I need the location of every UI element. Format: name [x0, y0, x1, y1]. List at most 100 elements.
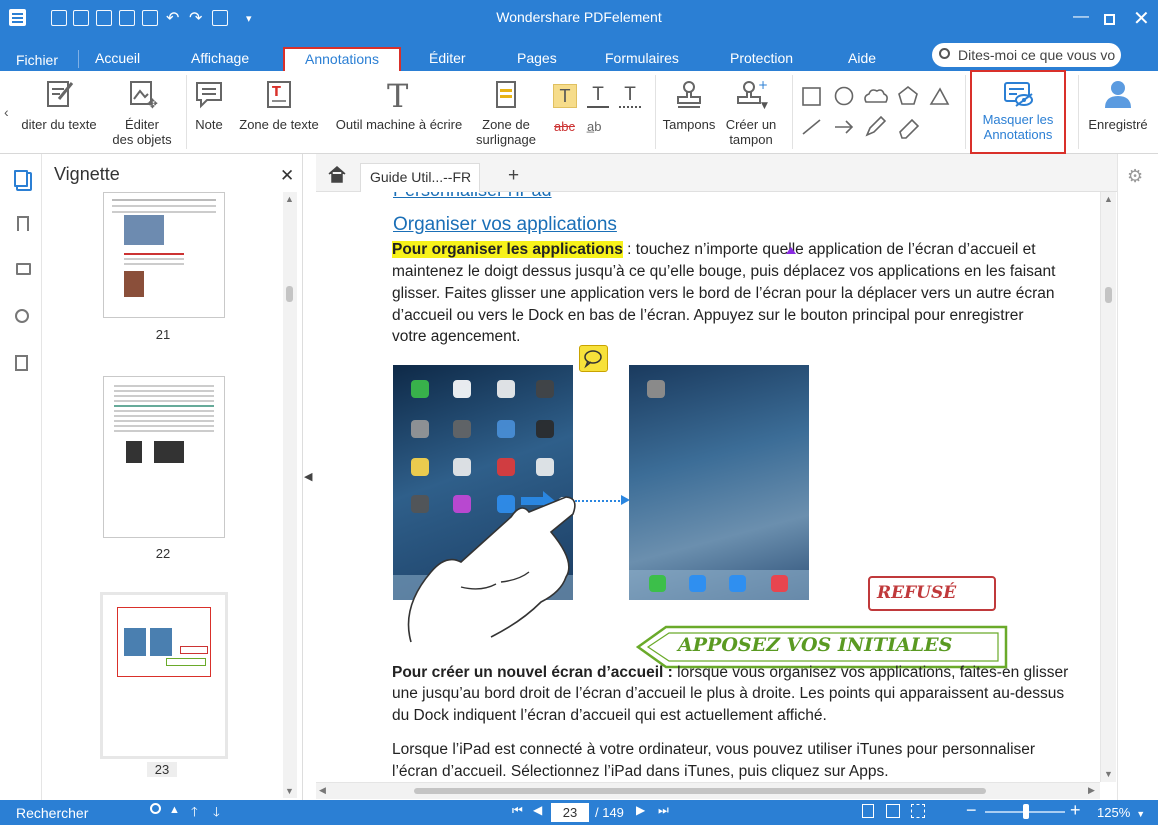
underline-text-tool[interactable]: T	[587, 84, 609, 108]
doc-scroll-left-icon[interactable]: ◀	[319, 785, 326, 796]
last-page-icon[interactable]: ⏭	[658, 803, 669, 818]
thumbnail-scroll-up-icon[interactable]: ▲	[285, 194, 294, 204]
polygon-tool-icon[interactable]	[898, 85, 918, 105]
minimize-icon[interactable]: —	[1073, 8, 1089, 26]
paragraph-text: lorsque vous organisez vos applications,…	[672, 664, 1069, 681]
edit-text-button[interactable]: diter du texte	[15, 79, 103, 132]
polyline-tool-icon[interactable]	[929, 87, 950, 105]
close-panel-icon[interactable]: ✕	[280, 166, 294, 186]
paragraph-1-line-2: maintenez le doigt dessus jusqu’à ce qu’…	[392, 263, 1056, 280]
fit-page-icon[interactable]	[862, 804, 874, 818]
note-button[interactable]: Note	[190, 79, 228, 132]
comments-icon[interactable]	[16, 263, 31, 275]
status-search-icon[interactable]	[150, 803, 161, 814]
first-page-icon[interactable]: ⏮	[512, 803, 523, 818]
bookmarks-icon[interactable]	[17, 216, 29, 231]
svg-text:+: +	[758, 79, 768, 92]
document-tab[interactable]: Guide Util...--FR	[360, 163, 480, 192]
replace-text-tool[interactable]: a̲b	[587, 119, 601, 134]
thumbnail-page-23-selected[interactable]	[100, 592, 228, 759]
svg-text:T: T	[272, 85, 281, 100]
thumbnail-scroll-down-icon[interactable]: ▼	[285, 786, 294, 796]
search-down-arrow-icon[interactable]: 🡓	[213, 803, 220, 825]
create-stamp-button[interactable]: + ▼ Créer un tampon	[722, 78, 780, 147]
tab-editer[interactable]: Éditer	[429, 50, 466, 66]
find-in-pages-icon[interactable]	[15, 355, 28, 371]
fit-width-icon[interactable]	[911, 804, 925, 818]
ribbon-separator	[1078, 75, 1079, 149]
svg-text:▼: ▼	[761, 101, 768, 109]
highlight-area-button[interactable]: Zone de surlignage	[470, 79, 542, 147]
tab-annotations[interactable]: Annotations	[283, 47, 401, 71]
text-box-button[interactable]: T Zone de texte	[233, 79, 325, 132]
search-up-arrow-icon[interactable]: 🡑	[191, 803, 198, 825]
actual-size-icon[interactable]	[886, 804, 900, 818]
tab-protection[interactable]: Protection	[730, 50, 793, 66]
tab-fichier[interactable]: Fichier	[16, 52, 58, 68]
paragraph-1-line-4: d’accueil ou vers le Dock en bas de l’éc…	[392, 307, 1024, 324]
tab-accueil[interactable]: Accueil	[95, 50, 140, 66]
ribbon-separator	[792, 75, 793, 149]
highlight-text-tool[interactable]: T	[553, 84, 577, 108]
thumbnail-panel: Vignette ✕ 21 22 23 ▲ ▼	[42, 154, 303, 800]
search-panel-icon[interactable]	[15, 309, 29, 323]
eraser-tool-icon[interactable]	[899, 118, 920, 139]
status-search-label[interactable]: Rechercher	[16, 805, 88, 821]
thumbnails-panel-icon[interactable]	[14, 170, 28, 187]
oval-tool-icon[interactable]	[834, 86, 854, 106]
strikethrough-tool[interactable]: abc	[554, 119, 575, 134]
thumbnail-page-22[interactable]	[103, 376, 225, 538]
tab-formulaires[interactable]: Formulaires	[605, 50, 679, 66]
document-horizontal-scrollbar[interactable]	[316, 782, 1100, 799]
zoom-level-dropdown[interactable]: 125% ▼	[1097, 805, 1145, 820]
line-tool-icon[interactable]	[802, 119, 821, 135]
stamps-button[interactable]: Tampons	[660, 79, 718, 132]
paragraph-2-line-1: Pour créer un nouvel écran d’accueil : l…	[392, 662, 1068, 684]
ribbon-scroll-left-icon[interactable]: ‹	[4, 104, 9, 120]
caret-marker-icon[interactable]	[786, 247, 796, 254]
new-tab-icon[interactable]: +	[508, 165, 519, 187]
collapse-panel-icon[interactable]: ◀	[304, 470, 312, 483]
title-bar: ↶ ↷ ▾ Wondershare PDFelement — ✕	[0, 0, 1158, 36]
close-window-icon[interactable]: ✕	[1133, 6, 1150, 31]
cloud-tool-icon[interactable]	[864, 89, 888, 103]
maximize-icon[interactable]	[1104, 14, 1115, 25]
document-vertical-scrollbar[interactable]	[1100, 192, 1116, 782]
ipad-second-screen-image	[629, 365, 809, 600]
zoom-slider-handle[interactable]	[1023, 804, 1029, 819]
create-stamp-label-1: Créer un	[725, 117, 777, 132]
hand-gesture-illustration	[401, 492, 586, 652]
thumbnail-page-21[interactable]	[103, 192, 225, 318]
tab-aide[interactable]: Aide	[848, 50, 876, 66]
rectangle-tool-icon[interactable]	[802, 87, 821, 106]
doc-scroll-down-icon[interactable]: ▼	[1104, 769, 1113, 779]
tell-me-search-input[interactable]: Dites-moi ce que vous vo	[932, 43, 1121, 67]
edit-objects-label-2: des objets	[112, 132, 172, 147]
zoom-out-icon[interactable]: −	[966, 800, 977, 821]
stamp-refused-annotation[interactable]: REFUSÉ	[868, 576, 996, 611]
pencil-tool-icon[interactable]	[865, 115, 887, 137]
tab-affichage[interactable]: Affichage	[191, 50, 249, 66]
page-number-input[interactable]: 23	[551, 803, 589, 822]
search-prev-match-icon[interactable]: ▲	[169, 804, 180, 816]
arrow-tool-icon[interactable]	[835, 120, 854, 134]
home-icon[interactable]	[327, 165, 347, 186]
ribbon-separator	[186, 75, 187, 149]
panel-title: Vignette	[54, 164, 120, 184]
properties-gear-icon[interactable]: ⚙	[1127, 166, 1143, 187]
typewriter-button[interactable]: T Outil machine à écrire	[330, 77, 468, 132]
thumbnail-scrollbar[interactable]	[283, 192, 297, 798]
squiggly-text-tool[interactable]: T	[619, 84, 641, 108]
tab-pages[interactable]: Pages	[517, 50, 557, 66]
highlighted-text[interactable]: Pour organiser les applications	[392, 241, 623, 258]
next-page-icon[interactable]: ▶	[636, 803, 645, 817]
hide-annotations-button[interactable]: Masquer les Annotations	[970, 70, 1066, 154]
edit-objects-icon: ✥	[125, 79, 159, 112]
saved-status[interactable]: Enregistré	[1082, 79, 1154, 132]
edit-objects-button[interactable]: ✥ Éditer des objets	[106, 79, 178, 147]
note-annotation-icon[interactable]	[579, 345, 608, 372]
doc-scroll-right-icon[interactable]: ▶	[1088, 785, 1095, 796]
previous-page-icon[interactable]: ◀	[533, 803, 542, 817]
doc-scroll-up-icon[interactable]: ▲	[1104, 194, 1113, 204]
zoom-in-icon[interactable]: +	[1070, 800, 1081, 821]
